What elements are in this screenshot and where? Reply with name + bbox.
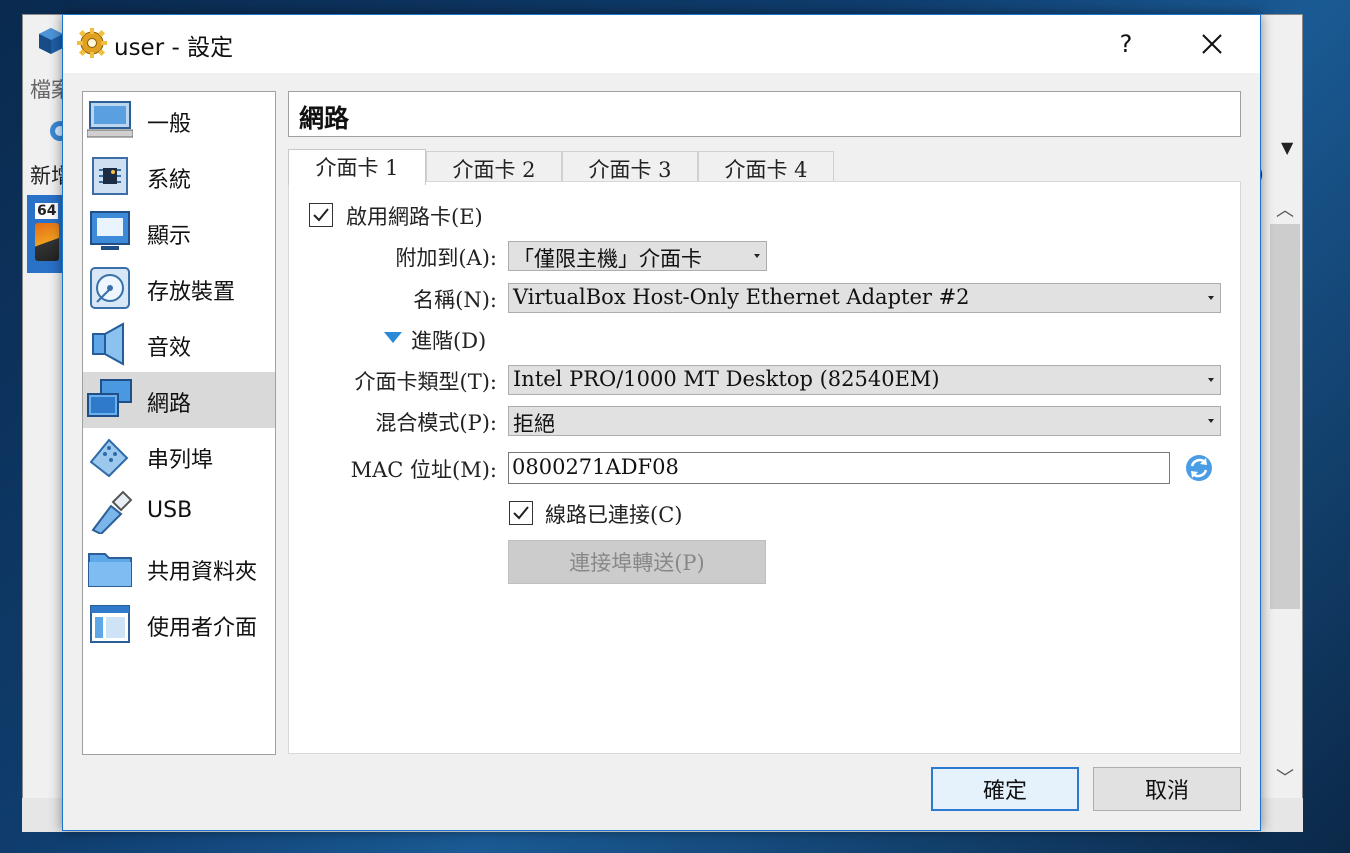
scroll-up-icon[interactable]: ︿ xyxy=(1268,196,1302,222)
tab-adapter-3[interactable]: 介面卡 3 xyxy=(562,151,698,183)
nav-label-serial: 串列埠 xyxy=(147,448,214,473)
nav-item-serial[interactable]: 串列埠 xyxy=(83,428,275,484)
serial-port-icon xyxy=(89,438,129,478)
settings-gear-icon xyxy=(77,28,107,58)
combo-arrow-icon xyxy=(1208,296,1214,300)
promiscuous-mode-value: 拒絕 xyxy=(513,412,555,436)
dialog-titlebar: user - 設定 ? xyxy=(63,15,1260,73)
expand-triangle-icon[interactable] xyxy=(384,332,402,343)
nav-label-storage: 存放裝置 xyxy=(147,280,236,305)
dropdown-arrow-icon[interactable]: ▼ xyxy=(1281,138,1293,157)
vm-list-item[interactable]: 64 xyxy=(27,195,65,273)
network-icon xyxy=(87,379,132,417)
nav-item-storage[interactable]: 存放裝置 xyxy=(83,260,275,316)
nav-label-usb: USB xyxy=(147,498,193,523)
mac-address-label: MAC 位址(M): xyxy=(350,458,497,482)
adapter-type-combo[interactable]: Intel PRO/1000 MT Desktop (82540EM) xyxy=(508,365,1221,395)
nav-item-system[interactable]: 系統 xyxy=(83,148,275,204)
nav-label-audio: 音效 xyxy=(147,336,192,361)
nav-item-usb[interactable]: USB xyxy=(83,484,275,540)
nav-label-user-interface: 使用者介面 xyxy=(147,616,258,641)
promiscuous-mode-label: 混合模式(P): xyxy=(375,411,497,435)
checkmark-icon xyxy=(513,506,529,520)
adapter-type-label: 介面卡類型(T): xyxy=(354,370,497,394)
close-icon xyxy=(1202,34,1222,54)
close-button[interactable] xyxy=(1187,19,1237,69)
adapter-type-value: Intel PRO/1000 MT Desktop (82540EM) xyxy=(513,367,940,391)
nav-label-system: 系統 xyxy=(147,168,192,193)
enable-adapter-checkbox[interactable] xyxy=(309,203,333,227)
mac-address-input[interactable]: 0800271ADF08 xyxy=(508,452,1170,484)
combo-arrow-icon xyxy=(754,254,760,258)
enable-adapter-label[interactable]: 啟用網路卡(E) xyxy=(346,201,483,231)
checkmark-icon xyxy=(313,208,329,222)
adapter-name-value: VirtualBox Host-Only Ethernet Adapter #2 xyxy=(513,285,970,309)
chip-icon xyxy=(92,157,128,195)
advanced-toggle[interactable]: 進階(D) xyxy=(411,325,486,355)
nav-label-shared-folders: 共用資料夾 xyxy=(147,560,258,585)
folder-icon xyxy=(88,553,132,587)
adapter-panel: 啟用網路卡(E) 附加到(A): 「僅限主機」介面卡 名稱(N): Virtua… xyxy=(288,181,1241,754)
settings-nav: 一般 系統 顯示 存放裝置 音效 網路 串列埠 USB 共用資料夾 使用者介面 xyxy=(82,91,276,755)
nav-label-display: 顯示 xyxy=(147,224,192,249)
attached-to-value: 「僅限主機」介面卡 xyxy=(513,247,702,271)
promiscuous-mode-combo[interactable]: 拒絕 xyxy=(508,406,1221,436)
dialog-title: user - 設定 xyxy=(114,35,234,61)
vm-os-icon xyxy=(35,223,59,261)
combo-arrow-icon xyxy=(1208,419,1214,423)
refresh-mac-icon[interactable] xyxy=(1184,453,1214,483)
nav-label-general: 一般 xyxy=(147,112,192,137)
cancel-button[interactable]: 取消 xyxy=(1093,767,1241,811)
nav-item-display[interactable]: 顯示 xyxy=(83,204,275,260)
vertical-scrollbar[interactable]: ︿ ﹀ xyxy=(1268,192,1302,797)
usb-icon xyxy=(91,490,133,534)
monitor-icon xyxy=(87,101,133,138)
tab-adapter-4[interactable]: 介面卡 4 xyxy=(698,151,834,183)
scroll-down-icon[interactable]: ﹀ xyxy=(1268,764,1302,790)
adapter-name-label: 名稱(N): xyxy=(413,288,497,312)
attached-to-label: 附加到(A): xyxy=(395,246,497,270)
help-button[interactable]: ? xyxy=(1101,19,1151,69)
nav-item-shared-folders[interactable]: 共用資料夾 xyxy=(83,540,275,596)
adapter-name-combo[interactable]: VirtualBox Host-Only Ethernet Adapter #2 xyxy=(508,283,1221,313)
ok-button[interactable]: 確定 xyxy=(931,767,1079,811)
tab-adapter-2[interactable]: 介面卡 2 xyxy=(426,151,562,183)
nav-item-network[interactable]: 網路 xyxy=(83,372,275,428)
nav-label-network: 網路 xyxy=(147,392,192,417)
settings-dialog: user - 設定 ? 一般 系統 顯示 存放裝置 音效 網路 串列埠 USB … xyxy=(62,14,1261,831)
combo-arrow-icon xyxy=(1208,378,1214,382)
attached-to-combo[interactable]: 「僅限主機」介面卡 xyxy=(508,241,767,271)
cable-connected-checkbox[interactable] xyxy=(509,501,533,525)
tab-adapter-1[interactable]: 介面卡 1 xyxy=(288,149,426,185)
disk-icon xyxy=(90,267,130,309)
scrollbar-thumb[interactable] xyxy=(1270,224,1300,609)
nav-item-audio[interactable]: 音效 xyxy=(83,316,275,372)
speaker-icon xyxy=(92,322,124,366)
section-title: 網路 xyxy=(288,91,1241,137)
cable-connected-label[interactable]: 線路已連接(C) xyxy=(545,499,682,529)
port-forwarding-button[interactable]: 連接埠轉送(P) xyxy=(508,540,766,584)
nav-item-user-interface[interactable]: 使用者介面 xyxy=(83,596,275,652)
nav-item-general[interactable]: 一般 xyxy=(83,92,275,148)
display-icon xyxy=(90,211,130,250)
vm-arch-badge: 64 xyxy=(35,203,59,219)
window-icon xyxy=(90,605,130,643)
